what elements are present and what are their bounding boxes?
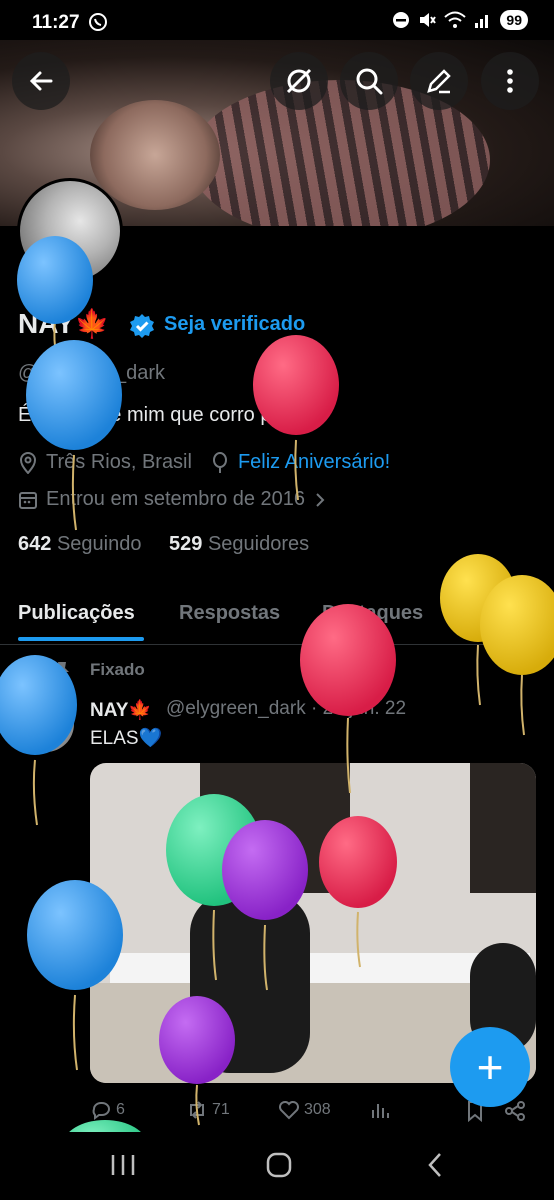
- back-arrow-icon: [29, 71, 53, 91]
- compose-button[interactable]: +: [450, 1027, 530, 1107]
- profile-handle: @elygreen_dark: [18, 362, 166, 384]
- recents-icon: [111, 1155, 135, 1175]
- home-icon: [266, 1152, 292, 1178]
- tab-respostas[interactable]: Respostas: [179, 602, 280, 625]
- repost-button[interactable]: 71: [186, 1100, 230, 1120]
- search-icon: [356, 68, 383, 95]
- post-text: ELAS💙: [90, 728, 163, 749]
- more-button[interactable]: [481, 52, 539, 110]
- grok-button[interactable]: [270, 52, 328, 110]
- whatsapp-icon: [88, 12, 108, 38]
- status-icons: 99: [392, 10, 528, 30]
- followers-count: 529: [169, 533, 203, 555]
- calendar-icon: [19, 491, 37, 509]
- mute-icon: [420, 13, 437, 27]
- repost-count: 71: [212, 1101, 230, 1118]
- pinned-label: Fixado: [90, 660, 145, 679]
- share-icon: [505, 1101, 525, 1121]
- active-tab-indicator: [18, 637, 144, 641]
- profile-tabs: Publicações Respostas Destaques Artigos: [0, 592, 554, 645]
- media-window: [200, 763, 350, 893]
- following-count: 642: [18, 533, 52, 555]
- edit-button[interactable]: [410, 52, 468, 110]
- profile-location: Três Rios, Brasil: [46, 451, 192, 473]
- like-button[interactable]: 308: [278, 1100, 331, 1120]
- wifi-icon: [444, 11, 467, 28]
- status-time: 11:27: [32, 12, 80, 33]
- post-meta: @elygreen_dark · 24 jun. 22: [166, 698, 407, 719]
- reply-count: 6: [116, 1101, 125, 1118]
- back-icon: [428, 1153, 441, 1177]
- media-person: [190, 893, 310, 1073]
- pin-icon: [52, 660, 72, 687]
- profile-avatar[interactable]: [17, 178, 123, 284]
- signal-icon: [475, 15, 489, 28]
- get-verified-link[interactable]: Seja verificado: [164, 313, 305, 336]
- like-count: 308: [304, 1101, 331, 1118]
- birthday-icon: [212, 451, 227, 473]
- reply-button[interactable]: 6: [90, 1100, 125, 1120]
- recents-button[interactable]: [108, 1152, 138, 1183]
- search-button[interactable]: [340, 52, 398, 110]
- post-avatar[interactable]: [18, 696, 74, 752]
- profile-joined: Entrou em setembro de 2016: [46, 488, 306, 510]
- battery-level: 99: [500, 10, 528, 30]
- profile-location-row: Três Rios, Brasil Feliz Aniversário!: [18, 451, 390, 474]
- views-button[interactable]: [370, 1100, 390, 1120]
- reply-icon: [92, 1102, 110, 1120]
- banner-image-face: [90, 100, 220, 210]
- profile-counts: 642 Seguindo 529 Seguidores: [18, 533, 309, 556]
- system-nav-bar: [0, 1132, 554, 1200]
- post-author[interactable]: NAY🍁: [90, 698, 152, 722]
- system-back-button[interactable]: [422, 1150, 448, 1185]
- grok-icon: [286, 68, 312, 94]
- chevron-right-icon: [316, 492, 325, 507]
- dnd-icon: [393, 12, 410, 28]
- profile-joined-row[interactable]: Entrou em setembro de 2016: [18, 488, 327, 511]
- tab-artigos[interactable]: Artigos: [472, 602, 542, 625]
- following-label: Seguindo: [56, 533, 142, 555]
- more-icon: [507, 69, 513, 93]
- profile-name: NAY🍁: [18, 308, 110, 339]
- location-icon: [19, 451, 37, 474]
- like-icon: [279, 1101, 299, 1120]
- verified-icon[interactable]: [128, 312, 156, 345]
- media-table: [110, 953, 530, 983]
- tab-destaques[interactable]: Destaques: [322, 602, 423, 625]
- edit-icon: [427, 69, 451, 94]
- tab-publicacoes[interactable]: Publicações: [18, 602, 135, 625]
- views-icon: [372, 1104, 389, 1118]
- media-window: [470, 763, 536, 893]
- followers-link[interactable]: 529 Seguidores: [169, 533, 309, 555]
- birthday-link[interactable]: Feliz Aniversário!: [238, 451, 390, 474]
- share-button[interactable]: [504, 1100, 526, 1122]
- repost-icon: [190, 1101, 204, 1119]
- profile-bio: É dentro de mim que corro perigo.: [18, 404, 322, 426]
- following-link[interactable]: 642 Seguindo: [18, 533, 141, 555]
- followers-label: Seguidores: [207, 533, 310, 555]
- status-bar: 11:27 99: [0, 0, 554, 44]
- back-button[interactable]: [12, 52, 70, 110]
- home-button[interactable]: [264, 1150, 294, 1185]
